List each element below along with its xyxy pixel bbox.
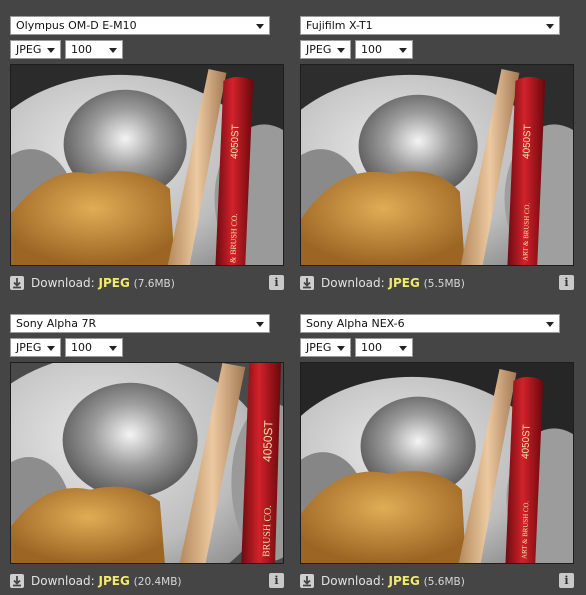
download-label: Download: <box>321 574 385 588</box>
camera-select[interactable]: Sony Alpha NEX-6 <box>300 314 560 333</box>
info-icon[interactable]: i <box>269 573 284 588</box>
format-select[interactable]: JPEG <box>300 338 351 357</box>
download-row: Download: JPEG (20.4MB) i <box>10 573 284 589</box>
chevron-down-icon <box>337 48 345 53</box>
download-row: Download: JPEG (7.6MB) i <box>10 275 284 291</box>
pencil-label: 4050ST <box>520 424 532 459</box>
download-jpeg-link[interactable]: JPEG <box>99 276 130 290</box>
camera-select[interactable]: Sony Alpha 7R <box>10 314 270 333</box>
download-file-size: (5.6MB) <box>423 576 465 588</box>
download-arrow-icon[interactable] <box>10 276 24 290</box>
download-file-size: (5.5MB) <box>423 278 465 290</box>
camera-select-value: Fujifilm X-T1 <box>306 19 373 32</box>
sample-photo-image: 4050ST BRUSH CO. <box>11 363 283 563</box>
quality-select-value: 100 <box>361 43 382 56</box>
chevron-down-icon <box>47 346 55 351</box>
format-select[interactable]: JPEG <box>10 338 61 357</box>
chevron-down-icon <box>399 48 407 53</box>
chevron-down-icon <box>399 346 407 351</box>
camera-select[interactable]: Olympus OM-D E-M10 <box>10 16 270 35</box>
format-select-value: JPEG <box>306 43 332 56</box>
chevron-down-icon <box>47 48 55 53</box>
info-icon[interactable]: i <box>559 275 574 290</box>
pencil-brand-label: BRUSH CO. <box>261 505 274 557</box>
download-label: Download: <box>31 276 95 290</box>
sample-photo[interactable]: 4050ST ART & BRUSH CO. <box>300 362 574 564</box>
sample-photo[interactable]: 4050ST BRUSH CO. <box>10 362 284 564</box>
pencil-label: 4050ST <box>260 420 275 462</box>
format-select[interactable]: JPEG <box>300 40 351 59</box>
download-row: Download: JPEG (5.5MB) i <box>300 275 574 291</box>
sample-photo-image: 4050ST ART & BRUSH CO. <box>301 363 573 563</box>
camera-select-value: Olympus OM-D E-M10 <box>16 19 137 32</box>
quality-select[interactable]: 100 <box>65 338 123 357</box>
info-icon[interactable]: i <box>559 573 574 588</box>
pencil-label: 4050ST <box>229 124 241 159</box>
pencil-label: 4050ST <box>521 124 533 159</box>
chevron-down-icon <box>256 322 264 327</box>
download-arrow-icon[interactable] <box>300 276 314 290</box>
quality-select-value: 100 <box>71 341 92 354</box>
camera-select-value: Sony Alpha NEX-6 <box>306 317 405 330</box>
download-text: Download: JPEG (20.4MB) <box>31 573 182 590</box>
camera-select[interactable]: Fujifilm X-T1 <box>300 16 560 35</box>
format-select-value: JPEG <box>306 341 332 354</box>
download-arrow-icon[interactable] <box>300 574 314 588</box>
download-jpeg-link[interactable]: JPEG <box>99 574 130 588</box>
pencil-brand-label: & BRUSH CO. <box>228 213 239 263</box>
download-label: Download: <box>321 276 385 290</box>
download-file-size: (20.4MB) <box>133 576 182 588</box>
quality-select-value: 100 <box>361 341 382 354</box>
chevron-down-icon <box>109 48 117 53</box>
quality-select[interactable]: 100 <box>65 40 123 59</box>
download-text: Download: JPEG (7.6MB) <box>31 275 175 292</box>
format-select-value: JPEG <box>16 43 42 56</box>
download-text: Download: JPEG (5.5MB) <box>321 275 465 292</box>
chevron-down-icon <box>256 24 264 29</box>
chevron-down-icon <box>109 346 117 351</box>
quality-select-value: 100 <box>71 43 92 56</box>
sample-photo-image: 4050ST & BRUSH CO. <box>11 65 283 265</box>
download-text: Download: JPEG (5.6MB) <box>321 573 465 590</box>
camera-select-value: Sony Alpha 7R <box>16 317 97 330</box>
download-file-size: (7.6MB) <box>133 278 175 290</box>
download-label: Download: <box>31 574 95 588</box>
chevron-down-icon <box>337 346 345 351</box>
download-jpeg-link[interactable]: JPEG <box>389 574 420 588</box>
sample-photo-image: 4050ST ART & BRUSH CO. <box>301 65 573 265</box>
quality-select[interactable]: 100 <box>355 40 413 59</box>
info-icon[interactable]: i <box>269 275 284 290</box>
chevron-down-icon <box>546 24 554 29</box>
chevron-down-icon <box>546 322 554 327</box>
quality-select[interactable]: 100 <box>355 338 413 357</box>
format-select[interactable]: JPEG <box>10 40 61 59</box>
sample-photo[interactable]: 4050ST & BRUSH CO. <box>10 64 284 266</box>
download-jpeg-link[interactable]: JPEG <box>389 276 420 290</box>
sample-photo[interactable]: 4050ST ART & BRUSH CO. <box>300 64 574 266</box>
download-arrow-icon[interactable] <box>10 574 24 588</box>
download-row: Download: JPEG (5.6MB) i <box>300 573 574 589</box>
format-select-value: JPEG <box>16 341 42 354</box>
